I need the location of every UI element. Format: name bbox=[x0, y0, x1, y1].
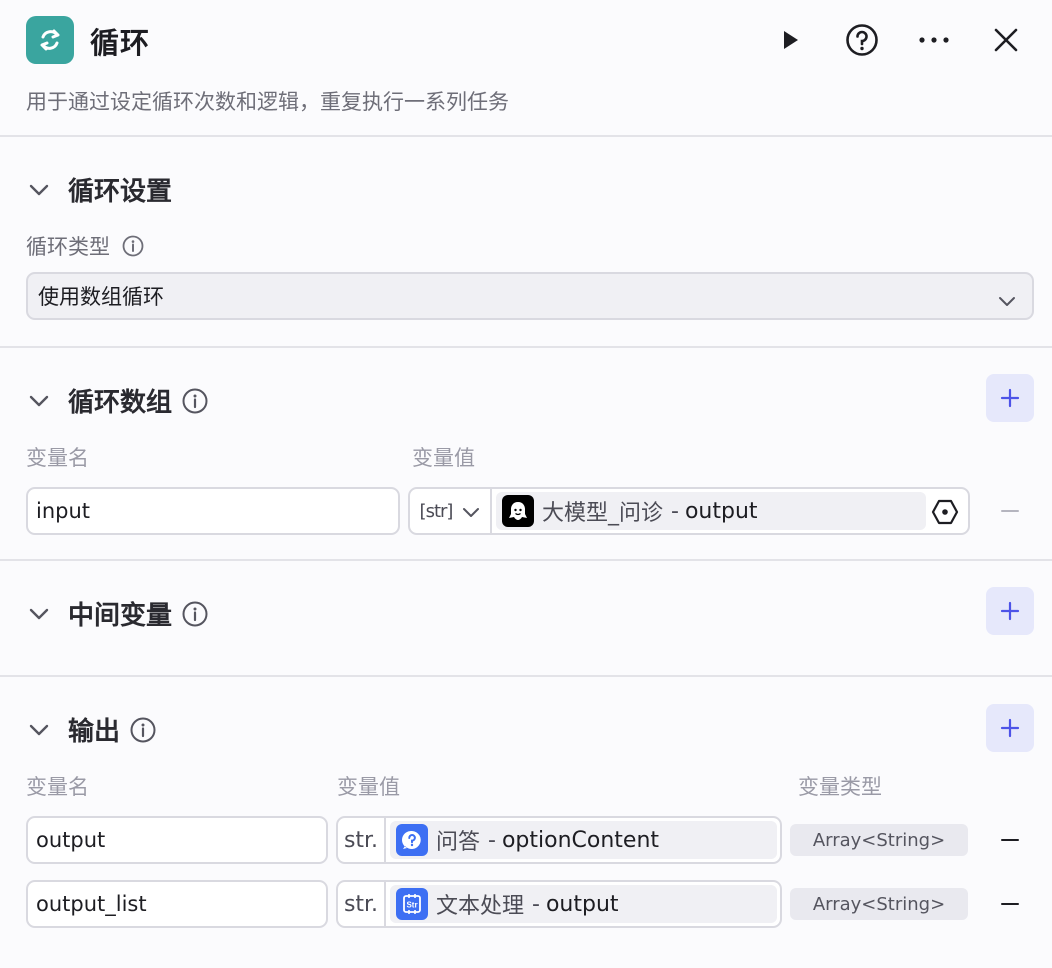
loop-icon bbox=[26, 16, 74, 64]
play-icon bbox=[784, 31, 798, 49]
column-label-name: 变量名 bbox=[26, 446, 89, 470]
close-icon bbox=[994, 28, 1018, 52]
source-node-name: 大模型_问诊 bbox=[542, 501, 664, 526]
source-field-name: optionContent bbox=[501, 827, 660, 853]
chevron-down-icon bbox=[26, 177, 52, 203]
type-selector[interactable]: str. bbox=[338, 818, 386, 862]
help-button[interactable] bbox=[842, 20, 882, 60]
chip-separator: - bbox=[532, 891, 540, 917]
remove-output-row-button[interactable] bbox=[995, 889, 1025, 919]
minus-icon bbox=[1001, 510, 1019, 512]
remove-row-button[interactable] bbox=[995, 496, 1025, 526]
source-node-name: 问答 bbox=[436, 830, 481, 855]
node-title: 循环 bbox=[90, 26, 151, 60]
source-field-name: output bbox=[684, 498, 758, 524]
chevron-down-icon bbox=[998, 288, 1016, 312]
more-button[interactable] bbox=[914, 20, 954, 60]
loop-type-value: 使用数组循环 bbox=[38, 285, 164, 309]
minus-icon bbox=[1001, 903, 1019, 905]
add-output-button[interactable] bbox=[986, 704, 1034, 752]
column-label-value: 变量值 bbox=[412, 446, 475, 470]
info-icon[interactable] bbox=[120, 233, 146, 259]
reference-chip[interactable]: Str 文本处理 - output bbox=[390, 885, 777, 923]
column-label-name: 变量名 bbox=[26, 775, 89, 799]
intermediate-variables-section: 中间变量 bbox=[0, 561, 1052, 677]
intermediate-variables-header[interactable]: 中间变量 bbox=[26, 595, 208, 632]
type-selector[interactable]: [str] bbox=[410, 489, 492, 533]
loop-settings-header[interactable]: 循环设置 bbox=[26, 171, 172, 208]
output-name-input[interactable]: output_list bbox=[26, 880, 328, 928]
variable-name-input[interactable]: input bbox=[26, 487, 400, 535]
output-type-badge: Array<String> bbox=[790, 888, 968, 920]
output-section: 输出 变量名 变量值 变量类型 output str. 问答 - optionC… bbox=[0, 677, 1052, 968]
variable-value-reference[interactable]: [str] 大模型_问诊 - output bbox=[408, 487, 970, 535]
loop-node-panel: 循环 用于通过设定循环次数和逻辑，重复执行一系列任务 循环设置 循环类型 使用数… bbox=[0, 0, 1052, 968]
reference-chip[interactable]: 大模型_问诊 - output bbox=[496, 492, 926, 530]
section-title: 中间变量 bbox=[68, 601, 173, 631]
chip-separator: - bbox=[671, 498, 679, 524]
section-title: 输出 bbox=[68, 717, 121, 747]
llm-node-icon bbox=[502, 495, 534, 527]
type-selector[interactable]: str. bbox=[338, 882, 386, 926]
more-icon bbox=[919, 37, 949, 43]
loop-settings-section: 循环设置 循环类型 使用数组循环 bbox=[0, 137, 1052, 348]
type-label: [str] bbox=[419, 500, 454, 522]
chevron-down-icon bbox=[462, 499, 480, 523]
loop-array-section: 循环数组 变量名 变量值 input [str] 大模型_问诊 - output bbox=[0, 348, 1052, 561]
chevron-down-icon bbox=[26, 601, 52, 627]
column-label-type: 变量类型 bbox=[798, 775, 882, 799]
add-loop-array-button[interactable] bbox=[986, 374, 1034, 422]
output-name-input[interactable]: output bbox=[26, 816, 328, 864]
minus-icon bbox=[1001, 839, 1019, 841]
add-intermediate-variable-button[interactable] bbox=[986, 587, 1034, 635]
node-description: 用于通过设定循环次数和逻辑，重复执行一系列任务 bbox=[26, 90, 509, 114]
plus-icon bbox=[1000, 601, 1020, 621]
play-button[interactable] bbox=[770, 20, 810, 60]
output-value-reference[interactable]: str. Str 文本处理 - output bbox=[336, 880, 782, 928]
column-label-value: 变量值 bbox=[337, 775, 400, 799]
chip-separator: - bbox=[488, 827, 496, 853]
help-icon bbox=[846, 24, 878, 56]
chevron-down-icon bbox=[26, 388, 52, 414]
loop-type-select[interactable]: 使用数组循环 bbox=[26, 272, 1034, 320]
source-node-name: 文本处理 bbox=[436, 894, 525, 919]
info-icon[interactable] bbox=[182, 388, 208, 414]
plus-icon bbox=[1000, 718, 1020, 738]
reference-chip[interactable]: 问答 - optionContent bbox=[390, 821, 777, 859]
chevron-down-icon bbox=[26, 717, 52, 743]
output-value-reference[interactable]: str. 问答 - optionContent bbox=[336, 816, 782, 864]
loop-type-label-text: 循环类型 bbox=[26, 235, 110, 259]
source-field-name: output bbox=[545, 891, 619, 917]
panel-header: 循环 用于通过设定循环次数和逻辑，重复执行一系列任务 bbox=[0, 0, 1052, 137]
section-title: 循环设置 bbox=[68, 177, 173, 207]
text-process-icon: Str bbox=[396, 888, 428, 920]
variable-picker-icon[interactable] bbox=[930, 497, 960, 527]
remove-output-row-button[interactable] bbox=[995, 825, 1025, 855]
info-icon[interactable] bbox=[130, 717, 156, 743]
info-icon[interactable] bbox=[182, 601, 208, 627]
section-title: 循环数组 bbox=[68, 388, 173, 418]
output-type-badge: Array<String> bbox=[790, 824, 968, 856]
close-button[interactable] bbox=[986, 20, 1026, 60]
plus-icon bbox=[1000, 388, 1020, 408]
loop-type-label: 循环类型 bbox=[26, 231, 146, 261]
svg-text:Str: Str bbox=[406, 901, 417, 910]
loop-array-header[interactable]: 循环数组 bbox=[26, 382, 208, 419]
question-icon bbox=[396, 824, 428, 856]
output-header[interactable]: 输出 bbox=[26, 711, 156, 748]
